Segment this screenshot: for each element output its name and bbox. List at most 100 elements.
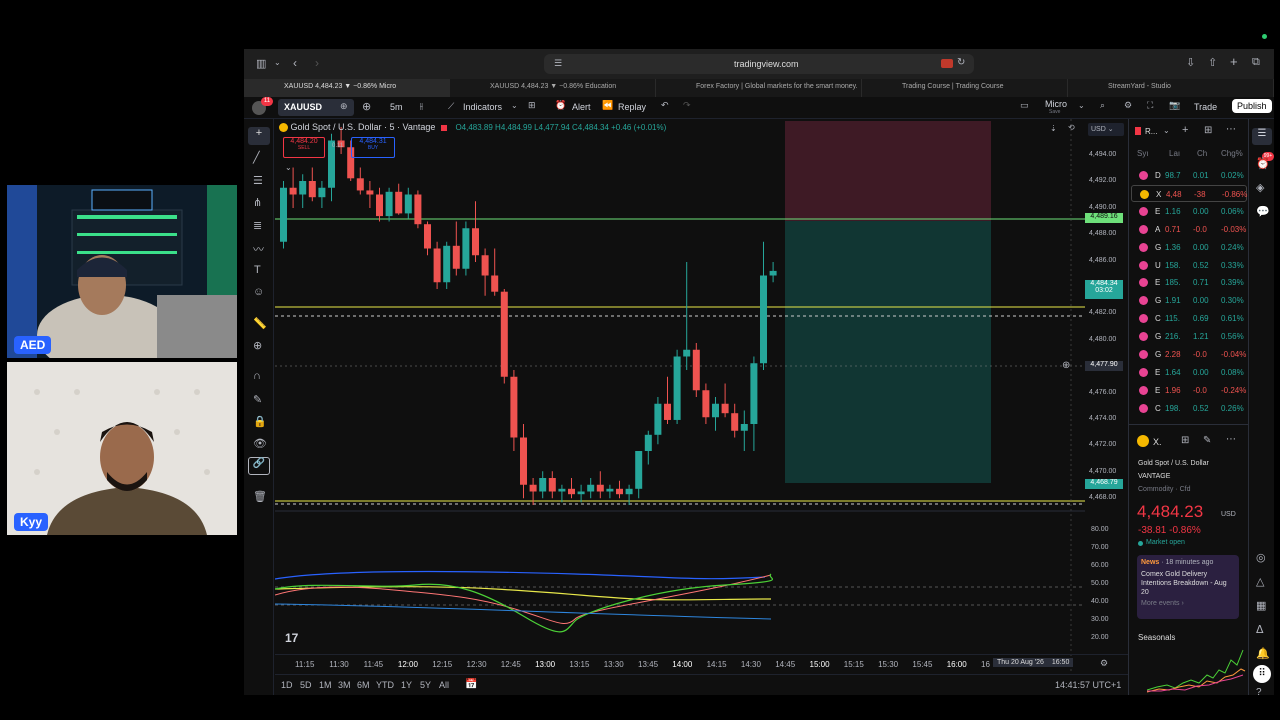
address-bar[interactable]: ☰ tradingview.com ↻ — [544, 54, 974, 74]
compare-icon[interactable]: ⊕ — [340, 101, 348, 112]
chevron-down-icon[interactable]: ⌄ — [1078, 101, 1085, 110]
back-icon[interactable]: ‹ — [293, 56, 297, 70]
time-axis[interactable]: 11:15 11:30 11:45 12:00 12:15 12:30 12:45 13:00… — [275, 654, 1128, 674]
trend-line-icon[interactable]: ╱ — [253, 151, 260, 164]
watchlist-row[interactable]: D 98.7 0.01 0.02% — [1131, 167, 1247, 184]
alert-button[interactable]: Alert — [572, 102, 591, 112]
quick-search-icon[interactable]: ⌕ — [1100, 100, 1105, 111]
settings-icon[interactable]: ⚙ — [1124, 100, 1132, 111]
date-range-icon[interactable]: 📅 — [465, 679, 477, 690]
more-options-icon[interactable]: ⋯ — [1226, 434, 1236, 445]
undo-icon[interactable]: ↶ — [661, 100, 669, 111]
layout-name[interactable]: Micro — [1045, 99, 1067, 109]
col-symbol[interactable]: Syı — [1137, 149, 1149, 158]
pulse-icon[interactable]: ᐃ — [1256, 623, 1264, 636]
watchlist-row[interactable]: C 115. 0.69 0.61% — [1131, 310, 1247, 327]
help-icon[interactable]: ? — [1256, 687, 1262, 698]
reset-chart-icon[interactable]: ⟲ — [1068, 123, 1075, 132]
watchlist-row[interactable]: E 1.96 -0.0 -0.24% — [1131, 382, 1247, 399]
range-button[interactable]: All — [439, 680, 449, 690]
trash-icon[interactable]: 🗑 — [253, 490, 267, 503]
page-settings-icon[interactable]: ☰ — [554, 58, 562, 69]
patterns-icon[interactable]: 〰 — [253, 241, 264, 257]
notifications-icon[interactable]: 🔔 — [1256, 647, 1270, 660]
share-icon[interactable]: ⇧ — [1208, 56, 1217, 69]
browser-tab[interactable]: Trading Course | Trading Course — [862, 79, 1068, 97]
crosshair-plus-icon[interactable]: ⊕ — [1062, 360, 1070, 371]
candle-type-icon[interactable]: ⫲ — [420, 101, 423, 112]
symbol-search[interactable]: XAUUSD ⊕ — [278, 99, 354, 116]
col-last[interactable]: Laı — [1169, 149, 1180, 158]
interval-button[interactable]: 5m — [390, 102, 403, 112]
scroll-down-icon[interactable]: ⇣ — [1050, 124, 1057, 133]
browser-tab[interactable]: Forex Factory | Global markets for the s… — [656, 79, 862, 97]
watchlist-icon[interactable]: ☰ — [1252, 128, 1272, 145]
price-axis[interactable]: USD ⌄ 4,494.00 4,492.00 4,490.00 4,488.00 4,… — [1085, 119, 1127, 674]
watchlist-row[interactable]: U 158. 0.52 0.33% — [1131, 257, 1247, 274]
chart-pane[interactable]: 17 Gold Spot / U.S. Dollar · 5 · Vantage… — [274, 119, 1085, 674]
legend-title[interactable]: Gold Spot / U.S. Dollar · 5 · Vantage — [291, 122, 436, 132]
screenshot-icon[interactable]: 📷 — [1169, 100, 1180, 111]
replay-icon[interactable]: ⏪ — [602, 100, 613, 111]
horizontal-lines-icon[interactable]: ☰ — [253, 174, 263, 187]
details-symbol[interactable]: X. — [1153, 437, 1162, 447]
browser-tab[interactable]: StreamYard - Studio — [1068, 79, 1274, 97]
watchlist-row[interactable]: G 1.36 0.00 0.24% — [1131, 239, 1247, 256]
templates-icon[interactable]: ⊞ — [528, 100, 536, 111]
layers-icon[interactable]: ◈ — [1256, 181, 1264, 194]
crosshair-icon[interactable]: + — [248, 127, 270, 145]
replay-button[interactable]: Replay — [618, 102, 646, 112]
edit-icon[interactable]: ✎ — [1203, 435, 1211, 446]
text-tool-icon[interactable]: T — [254, 264, 261, 276]
sidebar-toggle-icon[interactable]: ▥ — [256, 57, 266, 70]
watchlist-row[interactable]: E 185. 0.71 0.39% — [1131, 274, 1247, 291]
emoji-icon[interactable]: ☺ — [253, 286, 264, 298]
ideas-icon[interactable]: △ — [1256, 575, 1264, 588]
download-icon[interactable]: ⇩ — [1186, 56, 1195, 69]
fib-retracement-icon[interactable]: ≣ — [253, 219, 262, 232]
col-change[interactable]: Ch — [1197, 149, 1207, 158]
buy-button[interactable]: 4,484.31 BUY — [351, 137, 395, 158]
add-symbol-icon[interactable]: + — [1182, 124, 1188, 136]
chevron-down-icon[interactable]: ⌄ — [511, 101, 518, 110]
news-more-link[interactable]: More events › — [1141, 600, 1235, 607]
lock-icon[interactable]: 🔒 — [253, 415, 267, 428]
publish-button[interactable]: Publish — [1232, 99, 1272, 113]
advanced-view-icon[interactable]: ⊞ — [1204, 125, 1212, 136]
trade-button[interactable]: Trade — [1194, 102, 1217, 112]
range-button[interactable]: 5D — [300, 680, 312, 690]
watchlist-name[interactable]: R... — [1145, 127, 1157, 136]
watchlist-row[interactable]: E 1.16 0.00 0.06% — [1131, 203, 1247, 220]
ruler-icon[interactable]: 📏 — [253, 317, 267, 330]
calendar-icon[interactable]: ▦ — [1256, 599, 1266, 612]
indicators-button[interactable]: Indicators — [463, 102, 502, 112]
watchlist-row[interactable]: X 4,48 -38 -0.86% — [1131, 184, 1247, 202]
time-axis-settings-icon[interactable]: ⚙ — [1100, 658, 1108, 669]
watchlist-row[interactable]: C 198. 0.52 0.26% — [1131, 400, 1247, 417]
chevron-down-icon[interactable]: ⌄ — [1163, 126, 1170, 135]
alert-icon[interactable]: ⏰ — [555, 100, 566, 111]
news-card[interactable]: News · 18 minutes ago Comex Gold Deliver… — [1137, 555, 1239, 619]
currency-selector[interactable]: USD ⌄ — [1088, 123, 1124, 136]
watchlist-row[interactable]: G 216. 1.21 0.56% — [1131, 328, 1247, 345]
indicators-icon[interactable]: ⟋ — [448, 101, 454, 112]
forward-icon[interactable]: › — [315, 56, 319, 70]
range-button[interactable]: 1Y — [401, 680, 412, 690]
browser-tab[interactable]: XAUUSD 4,484.23 ▼ −0.86% Education — [450, 79, 656, 97]
range-button[interactable]: 3M — [338, 680, 351, 690]
layout-icon[interactable]: ▭ — [1020, 100, 1029, 111]
range-button[interactable]: 1M — [319, 680, 332, 690]
chat-icon[interactable]: 💬 — [1256, 205, 1270, 218]
range-button[interactable]: 5Y — [420, 680, 431, 690]
sell-button[interactable]: 4,484.20 SELL — [283, 137, 325, 158]
pitchfork-icon[interactable]: ⋔ — [253, 196, 262, 209]
new-tab-icon[interactable]: + — [1230, 54, 1238, 69]
zoom-in-icon[interactable]: ⊕ — [253, 339, 262, 352]
price-chart[interactable]: 17 — [274, 119, 1085, 674]
screen-share-icon[interactable] — [941, 59, 953, 68]
watchlist-row[interactable]: G 1.91 0.00 0.30% — [1131, 292, 1247, 309]
more-options-icon[interactable]: ⋯ — [1226, 124, 1236, 135]
grid-icon[interactable]: ⊞ — [1181, 435, 1189, 446]
collapse-legend-icon[interactable]: ⌄ — [285, 163, 292, 172]
range-button[interactable]: 6M — [357, 680, 370, 690]
